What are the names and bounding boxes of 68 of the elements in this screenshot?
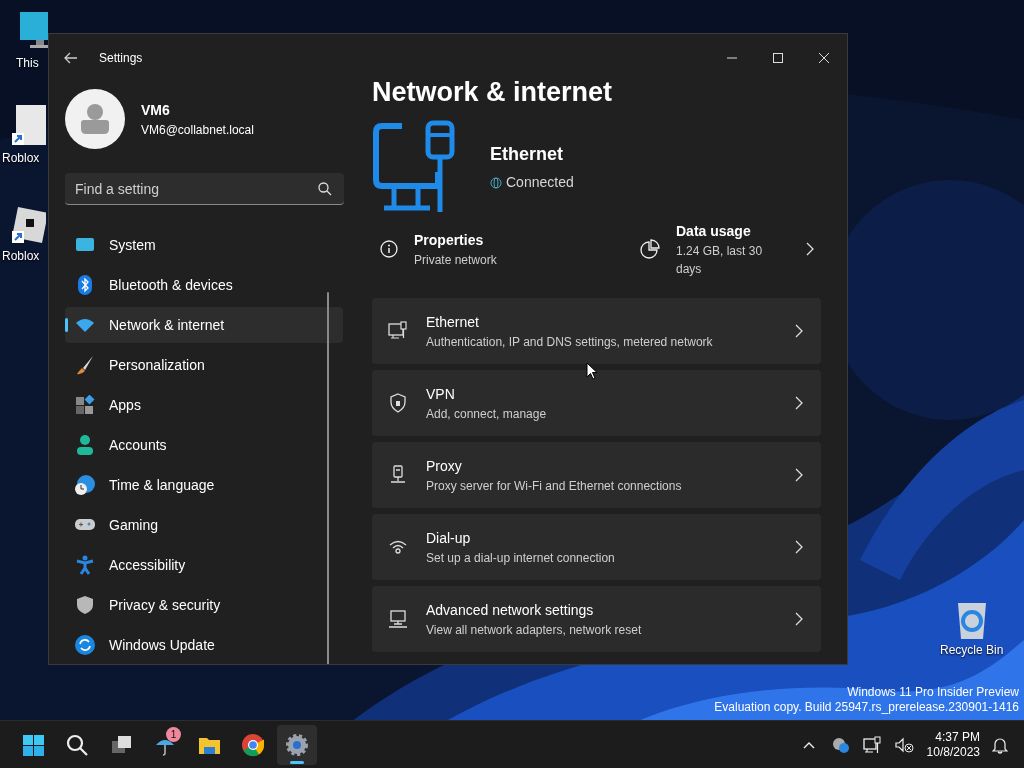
pie-chart-icon (640, 239, 660, 260)
notification-bell-icon[interactable] (992, 735, 1008, 754)
monitor-network-icon (388, 609, 408, 630)
user-name: VM6 (141, 100, 171, 120)
desktop-icon-label[interactable]: Roblox (2, 247, 40, 265)
search-icon (318, 182, 332, 196)
ethernet-pc-icon (388, 321, 408, 342)
shield-icon (75, 595, 95, 615)
desktop-icon-label[interactable]: Roblox (2, 149, 40, 167)
connection-name: Ethernet (490, 143, 564, 167)
server-icon (388, 465, 408, 486)
windows-logo-icon (21, 732, 45, 757)
speaker-muted-icon[interactable] (894, 735, 915, 754)
maximize-icon (773, 53, 783, 63)
desktop-notice-text: Windows 11 Pro Insider Preview (846, 685, 1019, 700)
nav-item[interactable]: Personalization (65, 347, 343, 383)
connection-status: Connected (506, 173, 574, 193)
bluetooth-icon (75, 275, 95, 295)
settings-card[interactable]: VPN Add, connect, manage (372, 370, 821, 437)
nav-item[interactable]: Privacy & security (65, 587, 343, 623)
properties-link[interactable]: Properties Private network (372, 224, 632, 275)
settings-button[interactable] (277, 724, 317, 765)
nav-item[interactable]: Apps (65, 387, 343, 423)
nav-item[interactable]: Bluetooth & devices (65, 267, 343, 303)
clock[interactable]: 4:37 PM 10/8/2023 (926, 729, 980, 760)
nav-item[interactable]: System (65, 227, 343, 263)
globe-clock-icon (75, 475, 95, 495)
desktop-icon-label[interactable]: Recycle Bin (940, 641, 1004, 659)
search-field[interactable]: Find a setting (65, 173, 344, 205)
chevron-right-icon (795, 540, 803, 555)
person-icon (75, 435, 95, 455)
refresh-icon (75, 635, 95, 655)
nav-item[interactable]: Accounts (65, 427, 343, 463)
data-usage-link[interactable]: Data usage 1.24 GB, last 30 days (632, 224, 822, 275)
weather-button[interactable]: 1 (145, 724, 185, 765)
desktop-notice-text: Evaluation copy. Build 25947.rs_prerelease.230901-1416 (714, 700, 1019, 715)
settings-card[interactable]: Ethernet Authentication, IP and DNS settings, metered network (372, 298, 821, 365)
window-title: Settings (99, 50, 144, 67)
brush-icon (75, 355, 95, 375)
chevron-right-icon (795, 468, 803, 483)
browser-icon (241, 732, 265, 757)
chevron-right-icon (795, 396, 803, 411)
desktop-icon-label[interactable]: This (16, 54, 39, 72)
info-icon (380, 240, 398, 259)
settings-card[interactable]: Advanced network settings View all network adapters, network reset (372, 586, 821, 653)
mouse-cursor-icon (586, 362, 598, 380)
chevron-right-icon (795, 324, 803, 339)
shield-icon (388, 393, 408, 414)
nav-item[interactable]: Network & internet (65, 307, 343, 343)
ethernet-icon[interactable] (862, 735, 883, 754)
settings-card[interactable]: Proxy Proxy server for Wi-Fi and Ethernet connections (372, 442, 821, 509)
apps-icon (75, 395, 95, 415)
person-icon (75, 555, 95, 575)
update-status-icon[interactable] (830, 735, 851, 754)
chevron-up-icon (802, 740, 815, 749)
back-arrow-icon (64, 52, 78, 64)
page-title: Network & internet (372, 76, 614, 109)
user-email: VM6@collabnet.local (141, 121, 254, 139)
nav-item[interactable]: Accessibility (65, 547, 343, 583)
close-icon (819, 53, 829, 63)
globe-icon (490, 176, 502, 189)
notification-badge: 1 (166, 726, 181, 742)
chevron-right-icon (806, 242, 814, 257)
gear-icon (285, 732, 309, 757)
person-icon (80, 103, 110, 135)
settings-card[interactable]: Dial-up Set up a dial-up internet connection (372, 514, 821, 581)
chevron-right-icon (795, 612, 803, 627)
search-icon (65, 732, 89, 757)
